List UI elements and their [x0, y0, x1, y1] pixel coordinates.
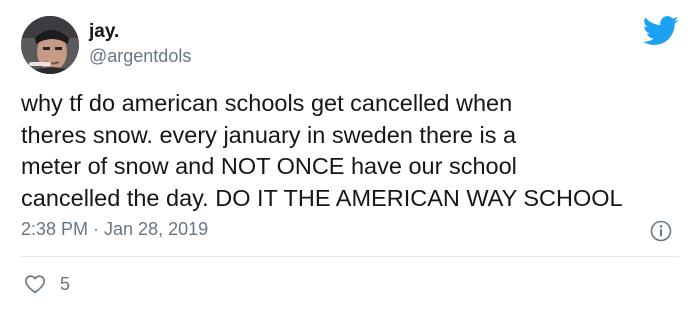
tweet-text: why tf do american schools get cancelled…	[21, 88, 691, 214]
avatar[interactable]	[21, 16, 79, 74]
tweet-card: jay. @argentdols why tf do american scho…	[0, 0, 700, 311]
like-button[interactable]: 5	[24, 271, 70, 297]
divider	[21, 256, 679, 257]
display-name[interactable]: jay.	[89, 21, 119, 43]
profile-photo-icon	[21, 16, 79, 74]
info-icon[interactable]	[650, 220, 672, 242]
tweet-text-line: cancelled the day. DO IT THE AMERICAN WA…	[21, 184, 623, 211]
like-count: 5	[60, 273, 71, 294]
tweet-timestamp[interactable]: 2:38 PM · Jan 28, 2019	[21, 218, 208, 240]
tweet-text-line: theres snow. every january in sweden the…	[21, 121, 517, 148]
tweet-text-line: meter of snow and NOT ONCE have our scho…	[21, 153, 517, 179]
heart-icon	[25, 275, 45, 294]
tweet-text-line: why tf do american schools get cancelled…	[21, 90, 513, 116]
username-handle[interactable]: @argentdols	[89, 45, 191, 67]
twitter-bird-icon[interactable]	[643, 16, 679, 46]
